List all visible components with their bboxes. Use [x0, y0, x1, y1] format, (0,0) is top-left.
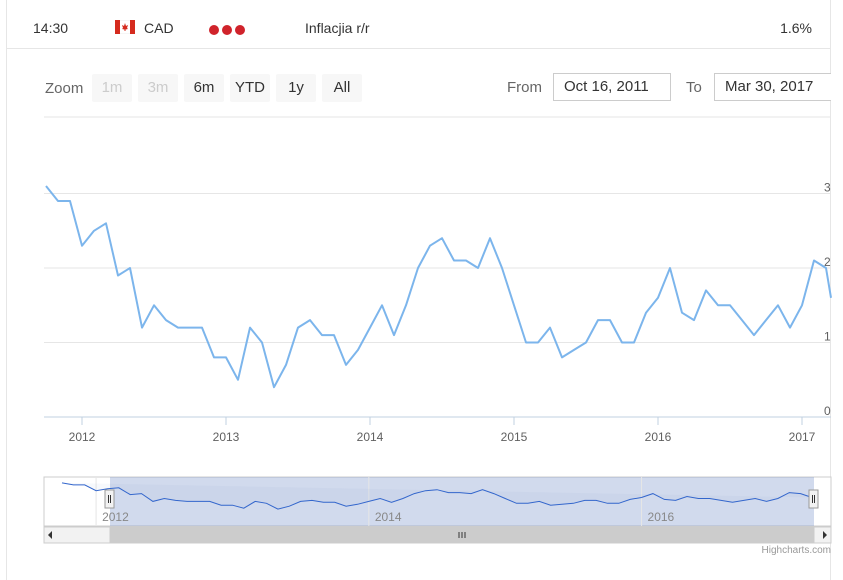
navigator-left-handle[interactable] [104, 489, 115, 509]
navigator[interactable]: 2012 2014 2016 [0, 0, 843, 560]
navigator-tick-label: 2016 [648, 510, 675, 524]
navigator-tick-label: 2014 [375, 510, 402, 524]
navigator-right-handle[interactable] [808, 489, 819, 509]
navigator-tick-label: 2012 [102, 510, 129, 524]
credits-link[interactable]: Highcharts.com [762, 545, 831, 556]
